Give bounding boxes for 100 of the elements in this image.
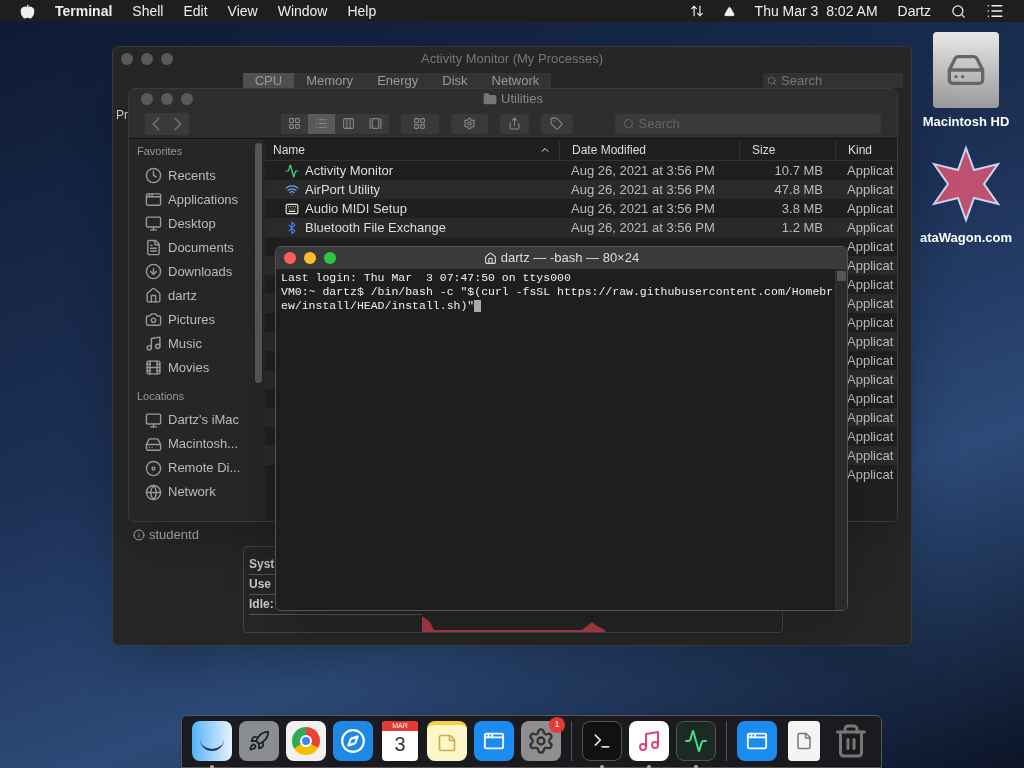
- tab[interactable]: Memory: [294, 73, 366, 88]
- pulse-icon[interactable]: [676, 721, 716, 761]
- finder-face-icon[interactable]: [192, 721, 232, 761]
- minimize-button[interactable]: [304, 252, 316, 264]
- terminal-line: VM0:~ dartz$ /bin/bash -c "$(curl -fsSL https://raw.githubusercontent.com/Homebr: [281, 285, 834, 299]
- column-header[interactable]: Date Modified: [559, 140, 739, 159]
- back-button[interactable]: [145, 112, 167, 135]
- menu-item[interactable]: Help: [347, 0, 377, 22]
- desktop-icon-label[interactable]: Macintosh HD: [922, 112, 1010, 132]
- clock[interactable]: Thu Mar 3 8:02 AM: [754, 0, 878, 22]
- close-button[interactable]: [284, 252, 296, 264]
- download-icon: [145, 263, 162, 280]
- terminal-line: ew/install/HEAD/install.sh)": [281, 299, 482, 313]
- close-button[interactable]: [121, 53, 133, 65]
- document-icon: [145, 239, 162, 256]
- kind-cell: Applicat: [847, 447, 894, 463]
- search-icon: [622, 117, 635, 130]
- music-note-icon: [145, 335, 162, 352]
- close-button[interactable]: [141, 93, 153, 105]
- house-icon: [145, 287, 162, 304]
- kind-cell: Applicat: [847, 200, 894, 216]
- column-header[interactable]: Name: [265, 140, 559, 159]
- sidebar-item[interactable]: Movies: [168, 357, 210, 378]
- scrollbar[interactable]: [837, 271, 846, 281]
- music-note-icon[interactable]: [629, 721, 669, 761]
- sidebar-heading: Favorites: [137, 144, 184, 159]
- date-cell: Aug 26, 2021 at 3:56 PM: [571, 162, 715, 178]
- window-title: dartz — -bash — 80×24: [500, 249, 640, 268]
- kind-cell: Applicat: [847, 276, 894, 292]
- monitor-icon: [145, 215, 162, 232]
- size-cell: 3.8 MB: [781, 200, 823, 216]
- globe-icon: [145, 483, 162, 501]
- size-cell: 10.7 MB: [774, 162, 823, 178]
- forward-button[interactable]: [167, 112, 189, 135]
- date-cell: Aug 26, 2021 at 3:56 PM: [571, 219, 715, 235]
- tab[interactable]: Energy: [365, 73, 431, 88]
- sidebar-item[interactable]: Dartz's iMac: [168, 410, 240, 430]
- sidebar-item[interactable]: Downloads: [168, 261, 233, 282]
- zoom-button[interactable]: [161, 53, 173, 65]
- sidebar-item[interactable]: Pictures: [168, 309, 215, 330]
- tab[interactable]: Disk: [430, 73, 480, 88]
- kind-cell: Applicat: [847, 352, 894, 368]
- user-name[interactable]: Dartz: [897, 0, 931, 22]
- column-header[interactable]: Kind: [835, 140, 897, 159]
- app-menu[interactable]: Terminal: [55, 0, 113, 22]
- sidebar-item[interactable]: Documents: [168, 237, 234, 258]
- file-name[interactable]: Bluetooth File Exchange: [305, 217, 446, 238]
- sidebar-item[interactable]: Remote Di...: [168, 458, 241, 478]
- view-columns-icon[interactable]: [335, 113, 362, 134]
- view-list-icon[interactable]: [308, 113, 335, 134]
- menu-item[interactable]: View: [227, 0, 258, 22]
- scrollbar[interactable]: [254, 143, 262, 383]
- desktop-icon-label[interactable]: ataWagon.com: [920, 227, 1012, 247]
- pulse-icon: [285, 163, 299, 178]
- clock-icon: [145, 167, 162, 184]
- kind-cell: Applicat: [847, 257, 894, 273]
- menu-icon[interactable]: [986, 2, 1004, 20]
- view-grid-icon[interactable]: [281, 113, 308, 134]
- action-button[interactable]: [450, 113, 489, 134]
- document-icon[interactable]: [788, 721, 820, 761]
- group-button[interactable]: [401, 113, 439, 134]
- sidebar-item[interactable]: Applications: [168, 189, 239, 210]
- kind-cell: Applicat: [847, 428, 894, 444]
- sidebar-item[interactable]: dartz: [168, 285, 197, 306]
- hard-drive-icon[interactable]: [933, 32, 999, 108]
- file-name[interactable]: Activity Monitor: [305, 160, 394, 181]
- eject-icon[interactable]: [723, 5, 735, 17]
- notification-badge: 1: [549, 717, 565, 733]
- apple-menu-icon[interactable]: [20, 3, 35, 19]
- menu-item[interactable]: Edit: [183, 0, 208, 22]
- sidebar-item[interactable]: Recents: [168, 165, 216, 186]
- column-header[interactable]: Size: [739, 140, 835, 159]
- arrows-icon[interactable]: [689, 4, 704, 18]
- terminal-icon[interactable]: [582, 721, 622, 761]
- tag-button[interactable]: [540, 113, 573, 134]
- sidebar-item[interactable]: Music: [168, 333, 202, 354]
- file-name[interactable]: Audio MIDI Setup: [305, 198, 407, 219]
- notepad-icon[interactable]: [427, 721, 467, 761]
- search-icon[interactable]: [951, 3, 966, 19]
- kind-cell: Applicat: [847, 314, 894, 330]
- size-cell: 1.2 MB: [781, 219, 823, 235]
- view-gallery-icon[interactable]: [362, 113, 389, 134]
- sidebar-item[interactable]: Macintosh...: [168, 434, 239, 454]
- share-button[interactable]: [500, 113, 529, 134]
- kind-cell: Applicat: [847, 295, 894, 311]
- tab[interactable]: Network: [479, 73, 552, 88]
- hard-drive-icon: [145, 435, 162, 453]
- browser-icon[interactable]: [286, 721, 326, 761]
- menu-item[interactable]: Window: [277, 0, 328, 22]
- size-cell: 47.8 MB: [774, 181, 823, 197]
- menu-item[interactable]: Shell: [132, 0, 164, 22]
- rocket-icon[interactable]: [239, 721, 279, 761]
- disc-icon: [145, 459, 162, 477]
- kind-cell: Applicat: [847, 466, 894, 482]
- sidebar-item[interactable]: Network: [168, 482, 216, 502]
- file-name[interactable]: AirPort Utility: [305, 179, 381, 200]
- compass-icon[interactable]: [333, 721, 373, 761]
- process-icon: [133, 528, 145, 541]
- zoom-button[interactable]: [324, 252, 336, 264]
- sidebar-item[interactable]: Desktop: [168, 213, 216, 234]
